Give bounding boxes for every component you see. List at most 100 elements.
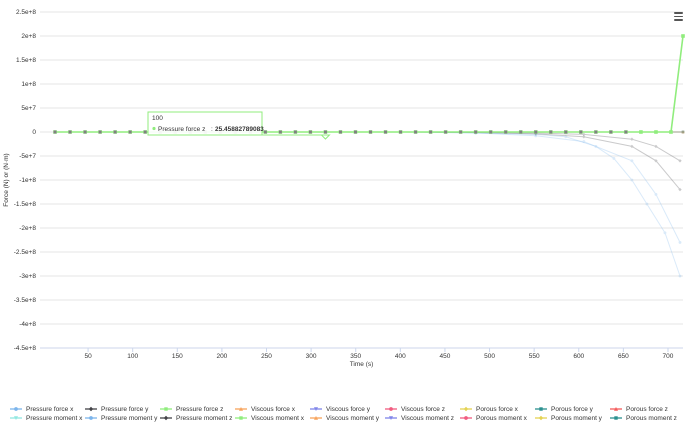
legend-label: Porous moment y: [551, 415, 603, 422]
grid-lines: [40, 11, 683, 349]
data-point: [681, 34, 685, 38]
legend-label: Pressure moment x: [26, 415, 83, 422]
y-tick-label: -5e+7: [19, 153, 36, 160]
tooltip-separator: :: [211, 126, 213, 133]
y-tick-label: 5e+7: [21, 105, 36, 112]
legend-item-porous-moment-x[interactable]: Porous moment x: [460, 415, 528, 422]
legend-label: Viscous moment x: [251, 415, 305, 422]
x-tick-label: 650: [618, 353, 629, 360]
baseline-point: [113, 130, 117, 134]
legend-item-pressure-force-z[interactable]: Pressure force z: [160, 406, 223, 413]
legend-item-porous-moment-y[interactable]: Porous moment y: [535, 415, 603, 422]
data-point: [645, 202, 649, 206]
tooltip: 100 Pressure force z:25.45882789083: [147, 111, 331, 140]
y-tick-label: -4e+8: [19, 321, 36, 328]
legend-swatch-marker: [164, 407, 168, 411]
y-tick-label: 1e+8: [21, 81, 36, 88]
y-tick-label: -1.5e+8: [14, 201, 37, 208]
baseline-point: [474, 130, 478, 134]
y-tick-label: -2e+8: [19, 225, 36, 232]
legend-item-pressure-moment-x[interactable]: Pressure moment x: [10, 415, 83, 422]
legend-label: Porous force y: [551, 406, 594, 413]
tooltip-value: 25.45882789083: [215, 126, 264, 133]
legend-label: Viscous moment z: [401, 415, 454, 422]
series-pressure-force-x[interactable]: [53, 130, 682, 244]
legend-label: Viscous force y: [326, 406, 371, 413]
baseline-point: [594, 130, 598, 134]
baseline-point: [564, 130, 568, 134]
legend-item-viscous-force-x[interactable]: Viscous force x: [235, 406, 296, 413]
legend-item-porous-moment-z[interactable]: Porous moment z: [610, 415, 677, 422]
y-tick-label: -3.5e+8: [14, 297, 37, 304]
legend-item-viscous-force-y[interactable]: Viscous force y: [310, 406, 371, 413]
legend-item-pressure-moment-z[interactable]: Pressure moment z: [160, 415, 232, 422]
tooltip-series-name: Pressure force z: [158, 126, 205, 133]
data-point: [582, 135, 586, 139]
y-axis-title: Force (N) or (N·m): [3, 153, 10, 206]
x-tick-label: 350: [350, 353, 361, 360]
baseline-point: [489, 130, 493, 134]
tooltip-header: 100: [152, 115, 163, 122]
data-point: [630, 178, 634, 182]
legend-item-viscous-moment-y[interactable]: Viscous moment y: [310, 415, 380, 422]
data-point: [678, 274, 682, 278]
y-tick-label: -4.5e+8: [14, 345, 37, 352]
baseline-point: [53, 130, 57, 134]
x-tick-label: 100: [127, 353, 138, 360]
legend-item-porous-force-x[interactable]: Porous force x: [460, 406, 519, 413]
force-time-chart: 50 100 150 200 250 300 350 400 450 500 550 600 650 70…: [3, 9, 685, 422]
legend-item-porous-force-y[interactable]: Porous force y: [535, 406, 594, 413]
baseline-point: [369, 130, 373, 134]
data-point: [678, 240, 682, 244]
legend-label: Pressure force y: [101, 406, 149, 413]
legend-item-viscous-force-z[interactable]: Viscous force z: [385, 406, 445, 413]
data-point: [681, 130, 685, 134]
baseline-point: [609, 130, 613, 134]
legend-label: Porous moment z: [626, 415, 677, 422]
x-axis-title: Time (s): [350, 361, 374, 368]
hamburger-menu-icon: [673, 12, 683, 14]
series-line: [55, 131, 681, 190]
legend-swatch-marker: [389, 407, 393, 411]
legend-swatch-marker: [88, 406, 94, 412]
data-point: [654, 192, 658, 196]
x-tick-label: 600: [573, 353, 584, 360]
legend-swatch-marker: [163, 415, 169, 421]
legend-label: Pressure moment y: [101, 415, 158, 422]
x-tick-label: 300: [306, 353, 317, 360]
data-point: [663, 231, 667, 235]
legend-item-pressure-force-y[interactable]: Pressure force y: [85, 406, 149, 413]
baseline-point: [143, 130, 147, 134]
series-pressure-moment-z[interactable]: [53, 130, 682, 192]
baseline-point: [68, 130, 72, 134]
data-point: [630, 159, 634, 163]
baseline-point: [353, 130, 357, 134]
data-point: [639, 130, 643, 134]
baseline-point: [278, 130, 282, 134]
y-tick-label: 2.5e+8: [16, 9, 36, 16]
legend-label: Porous force x: [476, 406, 519, 413]
legend-swatch-marker: [614, 416, 618, 420]
legend-swatch-marker: [89, 416, 93, 420]
data-point: [594, 144, 598, 148]
y-tick-label: -3e+8: [19, 273, 36, 280]
baseline-point: [519, 130, 523, 134]
legend-item-viscous-moment-x[interactable]: Viscous moment x: [235, 415, 305, 422]
legend-label: Viscous force z: [401, 406, 445, 413]
baseline-point: [323, 130, 327, 134]
x-tick-label: 500: [484, 353, 495, 360]
legend-label: Pressure force x: [26, 406, 74, 413]
baseline-point: [384, 130, 388, 134]
baseline-point: [98, 130, 102, 134]
baseline-point: [459, 130, 463, 134]
baseline-point: [338, 130, 342, 134]
y-tick-label: 0: [32, 129, 36, 136]
baseline-point: [128, 130, 132, 134]
legend-item-porous-force-z[interactable]: Porous force z: [610, 406, 668, 413]
x-tick-label: 50: [84, 353, 92, 360]
y-tick-label: 1.5e+8: [16, 57, 36, 64]
legend-item-pressure-moment-y[interactable]: Pressure moment y: [85, 415, 158, 422]
legend-item-viscous-moment-z[interactable]: Viscous moment z: [385, 415, 454, 422]
legend-item-pressure-force-x[interactable]: Pressure force x: [10, 406, 74, 413]
chart-menu-button[interactable]: [671, 10, 685, 24]
